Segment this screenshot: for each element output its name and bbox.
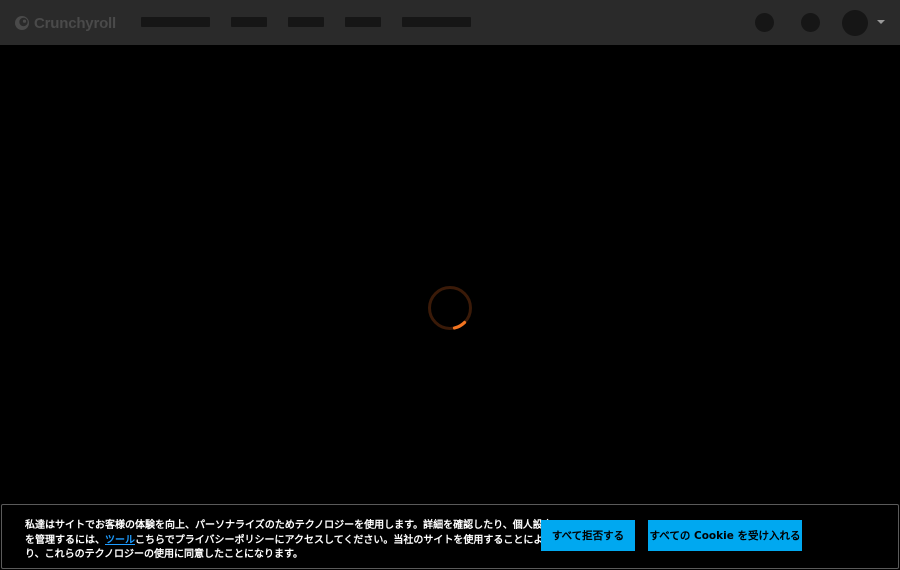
cookie-text-segment: こちらでプライバシーポリシーにアクセスしてください。当社のサイトを使用することに… xyxy=(135,534,544,546)
cookie-text-line: 私達はサイトでお客様の体験を向上、パーソナライズのためテクノロジーを使用します。… xyxy=(25,520,553,531)
nav-item-placeholder[interactable] xyxy=(231,17,267,27)
page: Crunchyroll 私達はサイトでお客様の体験を向上、パーソナライズのためテ… xyxy=(0,0,900,570)
nav-item-placeholder[interactable] xyxy=(288,17,324,27)
crunchyroll-logo-icon xyxy=(15,16,29,30)
reject-all-button[interactable]: すべて拒否する xyxy=(541,520,635,551)
bookmark-icon[interactable] xyxy=(801,13,820,32)
search-icon[interactable] xyxy=(755,13,774,32)
nav-item-placeholder[interactable] xyxy=(141,17,210,27)
crunchyroll-logo[interactable]: Crunchyroll xyxy=(14,13,116,33)
cookie-text-line: り、これらのテクノロジーの使用に同意したことになります。 xyxy=(25,549,303,560)
cookie-consent-text: 私達はサイトでお客様の体験を向上、パーソナライズのためテクノロジーを使用します。… xyxy=(25,519,553,563)
cookie-consent-banner: 私達はサイトでお客様の体験を向上、パーソナライズのためテクノロジーを使用します。… xyxy=(1,504,899,569)
nav-item-placeholder[interactable] xyxy=(345,17,381,27)
avatar[interactable] xyxy=(842,10,868,36)
top-header: Crunchyroll xyxy=(0,0,900,45)
logo-text: Crunchyroll xyxy=(34,14,116,32)
cookie-text-line: を管理するには、ツールこちらでプライバシーポリシーにアクセスしてください。当社の… xyxy=(25,534,545,549)
nav-item-placeholder[interactable] xyxy=(402,17,471,27)
accept-all-cookies-button[interactable]: すべての Cookie を受け入れる xyxy=(648,520,802,551)
cookie-text-segment: を管理するには、 xyxy=(25,534,105,546)
chevron-down-icon[interactable] xyxy=(877,20,885,24)
loading-spinner xyxy=(428,286,472,330)
privacy-tools-link[interactable]: ツール xyxy=(105,535,135,546)
